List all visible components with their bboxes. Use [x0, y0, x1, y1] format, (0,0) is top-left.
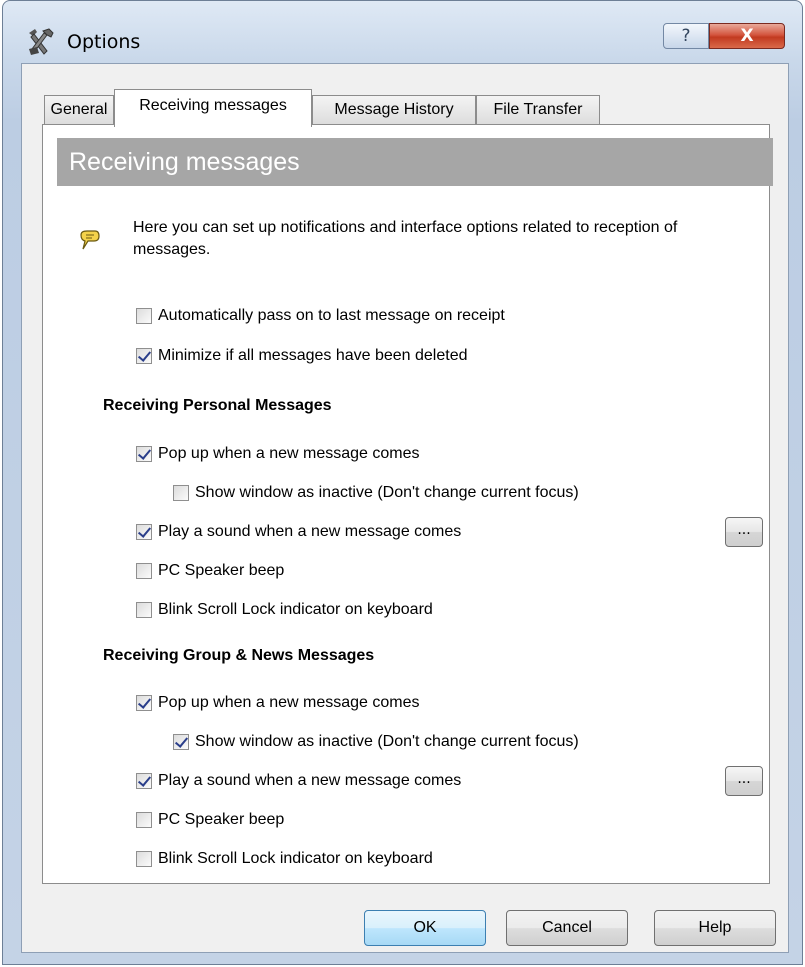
group-sound-browse-button[interactable]: ... [725, 766, 763, 796]
tab-file-transfer[interactable]: File Transfer [476, 95, 600, 125]
tools-icon [25, 27, 57, 57]
section-title-group: Receiving Group & News Messages [103, 647, 375, 664]
checkbox-label: Play a sound when a new message comes [158, 772, 462, 789]
checkbox-label: Show window as inactive (Don't change cu… [195, 733, 579, 750]
checkbox[interactable] [136, 524, 152, 540]
checkbox-label: Automatically pass on to last message on… [158, 307, 505, 324]
checkbox-group-sound[interactable]: Play a sound when a new message comes [136, 770, 461, 792]
help-title-button[interactable]: ? [663, 23, 709, 49]
tab-general[interactable]: General [44, 95, 114, 125]
checkbox[interactable] [136, 563, 152, 579]
checkbox-label: Minimize if all messages have been delet… [158, 347, 468, 364]
checkbox-group-beep[interactable]: PC Speaker beep [136, 809, 284, 831]
tab-message-history[interactable]: Message History [312, 95, 476, 125]
checkbox[interactable] [136, 851, 152, 867]
checkbox-personal-inactive[interactable]: Show window as inactive (Don't change cu… [173, 482, 579, 504]
checkbox[interactable] [136, 602, 152, 618]
ok-button[interactable]: OK [364, 910, 486, 946]
tab-receiving-messages[interactable]: Receiving messages [114, 89, 312, 127]
checkbox-minimize-if-deleted[interactable]: Minimize if all messages have been delet… [136, 345, 468, 367]
checkbox-personal-popup[interactable]: Pop up when a new message comes [136, 443, 419, 465]
checkbox-label: Play a sound when a new message comes [158, 523, 462, 540]
options-dialog: Options ? X General Receiving messages M… [2, 0, 803, 965]
page-title: Receiving messages [57, 138, 773, 186]
checkbox-personal-beep[interactable]: PC Speaker beep [136, 560, 284, 582]
checkbox-group-scroll-lock[interactable]: Blink Scroll Lock indicator on keyboard [136, 848, 433, 870]
checkbox-label: Show window as inactive (Don't change cu… [195, 484, 579, 501]
checkbox[interactable] [136, 812, 152, 828]
close-button[interactable]: X [709, 23, 785, 49]
checkbox-label: Pop up when a new message comes [158, 445, 420, 462]
cancel-button[interactable]: Cancel [506, 910, 628, 946]
checkbox-group-popup[interactable]: Pop up when a new message comes [136, 692, 419, 714]
checkbox-label: Blink Scroll Lock indicator on keyboard [158, 850, 433, 867]
checkbox[interactable] [173, 734, 189, 750]
checkbox-auto-pass-on[interactable]: Automatically pass on to last message on… [136, 305, 505, 327]
speech-bubble-icon [79, 229, 101, 253]
checkbox-label: Pop up when a new message comes [158, 694, 420, 711]
checkbox[interactable] [136, 446, 152, 462]
tab-panel: Receiving messages Here you can set up n… [42, 124, 773, 884]
checkbox-label: Blink Scroll Lock indicator on keyboard [158, 601, 433, 618]
title-bar[interactable]: Options ? X [3, 1, 802, 63]
checkbox-group-inactive[interactable]: Show window as inactive (Don't change cu… [173, 731, 579, 753]
dialog-client-area: General Receiving messages Message Histo… [21, 63, 789, 953]
checkbox[interactable] [136, 308, 152, 324]
checkbox[interactable] [136, 773, 152, 789]
window-title: Options [67, 31, 141, 53]
checkbox-label: PC Speaker beep [158, 562, 285, 579]
intro-description: Here you can set up notifications and in… [133, 219, 678, 258]
checkbox-personal-scroll-lock[interactable]: Blink Scroll Lock indicator on keyboard [136, 599, 433, 621]
checkbox[interactable] [136, 348, 152, 364]
personal-sound-browse-button[interactable]: ... [725, 517, 763, 547]
tab-strip: General Receiving messages Message Histo… [44, 89, 744, 127]
checkbox-label: PC Speaker beep [158, 811, 285, 828]
help-button[interactable]: Help [654, 910, 776, 946]
checkbox-personal-sound[interactable]: Play a sound when a new message comes [136, 521, 461, 543]
checkbox[interactable] [136, 695, 152, 711]
section-title-personal: Receiving Personal Messages [103, 397, 332, 414]
checkbox[interactable] [173, 485, 189, 501]
